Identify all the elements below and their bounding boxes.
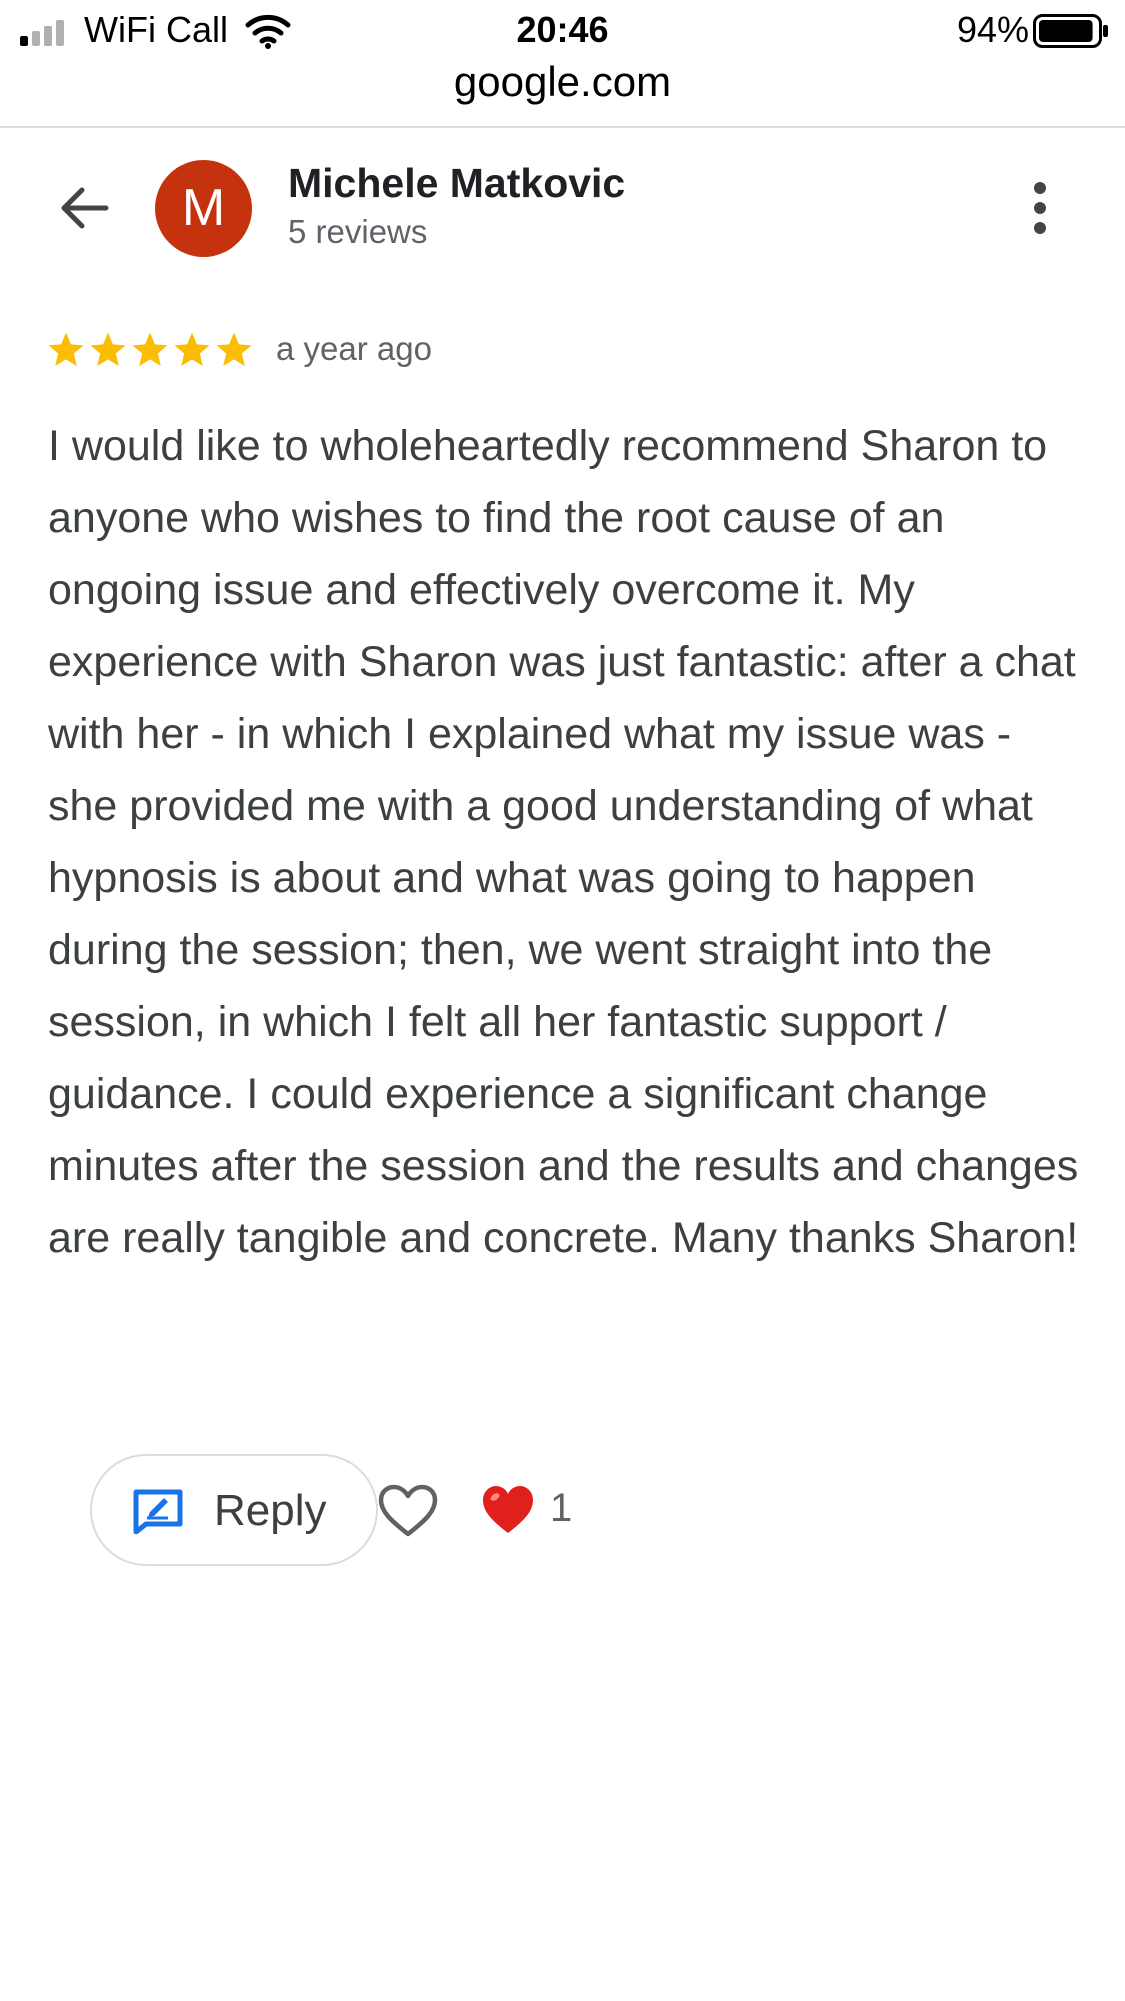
avatar[interactable]: M (155, 160, 252, 257)
divider (0, 126, 1125, 128)
review-date: a year ago (276, 330, 432, 367)
back-arrow-icon[interactable] (56, 180, 112, 236)
battery-percentage: 94% (956, 9, 1029, 50)
reply-button[interactable]: Reply (90, 1454, 378, 1566)
reply-label: Reply (214, 1486, 327, 1535)
star-icon (174, 332, 210, 366)
star-icon (48, 332, 84, 366)
reply-icon (133, 1489, 183, 1534)
reaction-count: 1 (550, 1486, 573, 1530)
heart-outline-icon[interactable] (376, 1482, 440, 1540)
review-text: I would like to wholeheartedly recommend… (48, 422, 1079, 1262)
battery-icon (1033, 14, 1108, 48)
star-icon (90, 332, 126, 366)
red-heart-icon[interactable] (480, 1483, 536, 1537)
more-options-icon[interactable] (1018, 178, 1062, 238)
star-icon (216, 332, 252, 366)
review-count: 5 reviews (288, 213, 428, 250)
star-icon (132, 332, 168, 366)
browser-domain[interactable]: google.com (0, 58, 1125, 106)
status-bar: WiFi Call 20:46 94% (0, 0, 1125, 62)
star-rating (46, 330, 256, 370)
reviewer-name[interactable]: Michele Matkovic (288, 160, 625, 207)
